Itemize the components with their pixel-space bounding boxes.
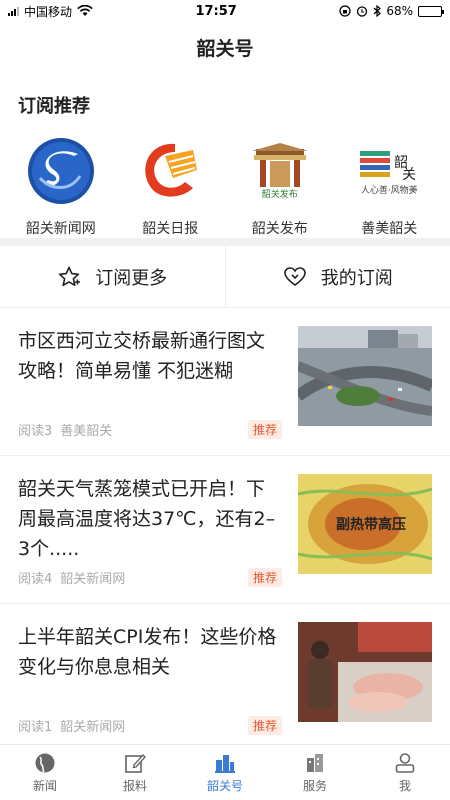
heart-icon	[283, 266, 306, 286]
news-reads: 阅读3	[18, 424, 53, 439]
news-source: 韶关新闻网	[60, 720, 126, 735]
tab-report[interactable]: 报料	[90, 745, 180, 800]
subscribe-more-label: 订阅更多	[95, 267, 168, 289]
bottom-tab-bar: 新闻 报料 韶关号 服务 我	[0, 744, 450, 800]
news-thumbnail: 副热带高压	[298, 474, 432, 574]
signal-icon	[8, 6, 19, 16]
recommend-badge: 推荐	[247, 716, 282, 735]
svg-text:关: 关	[402, 167, 416, 183]
battery-icon	[417, 5, 444, 17]
shaoguan-release-logo-icon: 韶关发布	[245, 136, 315, 206]
news-title: 韶关天气蒸笼模式已开启！下周最高温度将达37℃，还有2–3个.....	[18, 478, 276, 560]
city-icon	[307, 753, 323, 772]
status-bar: 中国移动 17:57 68%	[0, 0, 450, 22]
shanmei-logo-text: 人心善·风物美	[360, 185, 418, 196]
tab-shaoguan-hao[interactable]: 韶关号	[180, 745, 270, 800]
subscription-label: 韶关新闻网	[25, 221, 96, 237]
subscription-item-shanmei[interactable]: 韶关 人心善·风物美 善美韶关	[337, 136, 441, 238]
subscription-label: 善美韶关	[361, 221, 418, 237]
shaoguan-daily-logo-icon	[135, 136, 205, 206]
recommend-badge: 推荐	[247, 568, 282, 587]
news-thumbnail	[298, 326, 432, 426]
news-thumbnail	[298, 622, 432, 722]
tab-label: 服务	[302, 778, 327, 793]
battery-percent: 68%	[386, 4, 413, 18]
news-item[interactable]: 韶关天气蒸笼模式已开启！下周最高温度将达37℃，还有2–3个..... 阅读4 …	[0, 456, 450, 604]
globe-icon	[35, 753, 55, 773]
tab-services[interactable]: 服务	[270, 745, 360, 800]
recommend-badge: 推荐	[247, 420, 282, 439]
news-reads: 阅读4	[18, 572, 53, 587]
subscription-item-shaoguan-daily[interactable]: 韶关日报	[118, 136, 222, 238]
tab-news[interactable]: 新闻	[0, 745, 90, 800]
tab-label: 报料	[122, 778, 147, 793]
buildings-icon	[215, 754, 235, 773]
shaoguan-news-logo-icon	[26, 136, 96, 206]
page-title: 韶关号	[196, 37, 254, 60]
subscription-actions: 订阅更多 我的订阅	[0, 246, 450, 308]
tab-label: 新闻	[32, 778, 57, 793]
tab-me[interactable]: 我	[360, 745, 450, 800]
release-logo-text: 韶关发布	[261, 189, 298, 200]
news-title: 上半年韶关CPI发布！这些价格变化与你息息相关	[18, 626, 277, 678]
edit-icon	[125, 753, 146, 773]
news-item[interactable]: 上半年韶关CPI发布！这些价格变化与你息息相关 阅读1 韶关新闻网 推荐	[0, 604, 450, 752]
section-title: 订阅推荐	[18, 96, 90, 117]
thumbnail-caption: 副热带高压	[336, 517, 406, 533]
tab-label: 韶关号	[206, 778, 243, 793]
shanmei-logo-icon: 韶关 人心善·风物美	[354, 136, 424, 206]
star-icon	[59, 266, 81, 286]
clock: 17:57	[195, 3, 237, 19]
news-reads: 阅读1	[18, 720, 53, 735]
divider	[0, 238, 450, 246]
tab-label: 我	[398, 778, 411, 793]
subscription-item-shaoguan-release[interactable]: 韶关发布 韶关发布	[228, 136, 332, 238]
news-source: 善美韶关	[60, 424, 113, 439]
alarm-icon	[357, 6, 368, 17]
bluetooth-icon	[373, 5, 382, 17]
my-subscriptions-label: 我的订阅	[320, 267, 393, 289]
news-title: 市区西河立交桥最新通行图文攻略！简单易懂 不犯迷糊	[18, 330, 266, 382]
wifi-icon	[77, 5, 93, 16]
orientation-lock-icon	[339, 5, 351, 17]
user-icon	[395, 752, 415, 773]
subscription-item-shaoguan-news[interactable]: 韶关新闻网	[9, 136, 113, 238]
news-source: 韶关新闻网	[60, 572, 126, 587]
subscription-label: 韶关发布	[251, 221, 308, 237]
news-item[interactable]: 市区西河立交桥最新通行图文攻略！简单易懂 不犯迷糊 阅读3 善美韶关 推荐	[0, 308, 450, 456]
my-subscriptions-button[interactable]: 我的订阅	[224, 246, 450, 307]
subscribe-more-button[interactable]: 订阅更多	[0, 246, 225, 307]
subscription-label: 韶关日报	[142, 221, 199, 237]
carrier-label: 中国移动	[24, 4, 73, 19]
subscription-list: 韶关新闻网 韶关日报 韶关发布 韶关发布 韶关 人心善·风物美 善美韶关	[0, 128, 450, 238]
